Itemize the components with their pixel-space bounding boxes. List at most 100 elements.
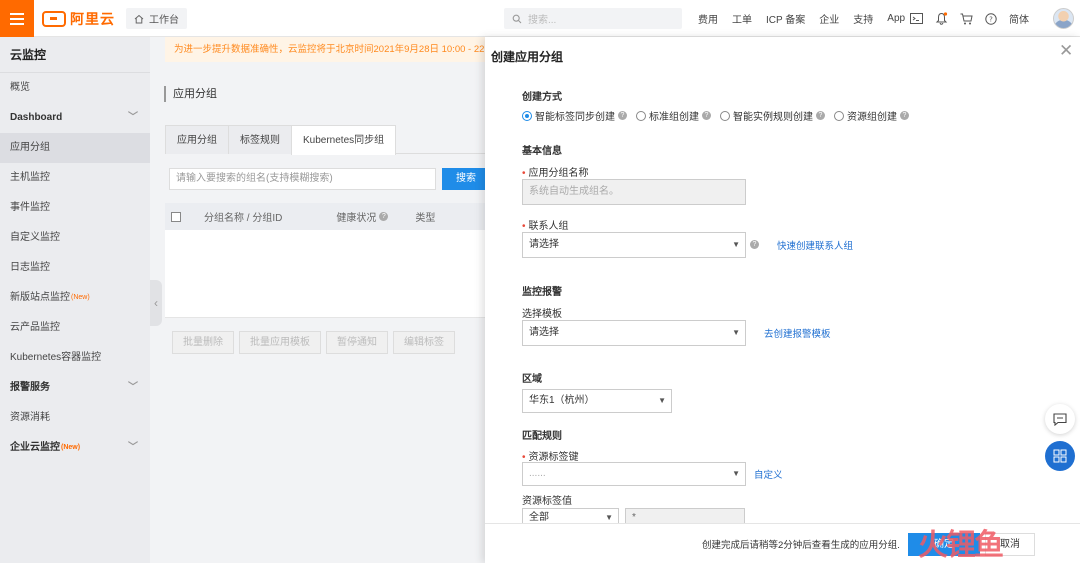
template-value: 请选择 xyxy=(529,327,559,338)
sidebar-title: 云监控 xyxy=(0,37,150,73)
top-link-icp[interactable]: ICP 备案 xyxy=(766,11,805,26)
create-group-drawer: 创建应用分组 ✕ 创建方式 智能标签同步创建? 标准组创建? 智能实例规则创建?… xyxy=(485,37,1080,563)
contact-group-label: • 联系人组 xyxy=(522,217,569,232)
sidebar-item-overview[interactable]: 概览 xyxy=(0,73,150,103)
sidebar-item-custom-monitor[interactable]: 自定义监控 xyxy=(0,223,150,253)
custom-tag-link[interactable]: 自定义 xyxy=(754,467,783,481)
language-switch[interactable]: 简体 xyxy=(1009,11,1029,26)
column-type: 类型 xyxy=(415,213,436,224)
group-name-field[interactable]: 系统自动生成组名。 xyxy=(522,179,746,205)
bulk-actions: 批量删除 批量应用模板 暂停通知 编辑标签 xyxy=(172,331,455,354)
edit-tags-button[interactable]: 编辑标签 xyxy=(393,331,455,354)
chevron-down-icon: ﹀ xyxy=(128,112,138,123)
create-mode-label: 创建方式 xyxy=(522,92,562,103)
required-mark: • xyxy=(522,168,526,179)
global-search-input[interactable]: 搜索... xyxy=(504,8,682,29)
chevron-left-icon: ‹ xyxy=(154,296,158,310)
menu-icon[interactable] xyxy=(0,0,34,37)
create-alarm-template-link[interactable]: 去创建报警模板 xyxy=(764,326,831,340)
sidebar-item-label: 事件监控 xyxy=(10,202,50,213)
sidebar-item-label: Kubernetes容器监控 xyxy=(10,352,102,363)
top-link-support[interactable]: 支持 xyxy=(853,11,873,26)
bulk-delete-button[interactable]: 批量删除 xyxy=(172,331,234,354)
bulk-apply-template-button[interactable]: 批量应用模板 xyxy=(239,331,321,354)
help-icon[interactable]: ? xyxy=(985,12,997,25)
sidebar-item-k8s-monitor[interactable]: Kubernetes容器监控 xyxy=(0,343,150,373)
radio-smart-instance-rule[interactable]: 智能实例规则创建? xyxy=(720,108,825,123)
help-icon[interactable]: ? xyxy=(816,111,825,120)
tag-key-select[interactable]: ...... ▼ xyxy=(522,462,746,486)
top-icons: ? 简体 xyxy=(910,0,1029,37)
radio-dot xyxy=(834,110,844,121)
sidebar-item-site-monitor[interactable]: 新版站点监控(New) xyxy=(0,283,150,313)
pause-notify-button[interactable]: 暂停通知 xyxy=(326,331,388,354)
select-all-checkbox[interactable] xyxy=(171,211,181,222)
grid-icon xyxy=(1053,449,1067,463)
quick-create-contact-link[interactable]: 快速创建联系人组 xyxy=(777,238,853,252)
help-icon[interactable]: ? xyxy=(900,111,909,120)
bell-icon[interactable] xyxy=(935,12,948,25)
close-icon[interactable]: ✕ xyxy=(1059,41,1073,61)
sidebar-item-label: 概览 xyxy=(10,82,30,93)
required-mark: • xyxy=(522,221,526,232)
apps-float-button[interactable] xyxy=(1045,441,1075,471)
sidebar-item-label: 新版站点监控 xyxy=(10,292,70,303)
user-avatar[interactable] xyxy=(1053,8,1074,29)
help-icon[interactable]: ? xyxy=(702,111,711,120)
sidebar-item-log-monitor[interactable]: 日志监控 xyxy=(0,253,150,283)
cart-icon[interactable] xyxy=(960,13,973,25)
sidebar-item-alarm-service[interactable]: 报警服务 ﹀ xyxy=(0,373,150,403)
aliyun-logo[interactable]: 阿里云 xyxy=(42,9,115,29)
contact-group-select[interactable]: 请选择 ▼ xyxy=(522,232,746,258)
help-icon[interactable]: ? xyxy=(379,212,389,221)
chat-icon xyxy=(1053,412,1067,426)
tag-value-operator: 全部 xyxy=(529,512,549,523)
radio-label: 智能实例规则创建 xyxy=(733,112,813,123)
top-link-ticket[interactable]: 工单 xyxy=(732,11,752,26)
template-select[interactable]: 请选择 ▼ xyxy=(522,320,746,346)
sidebar-item-enterprise-monitor[interactable]: 企业云监控(New) ﹀ xyxy=(0,433,150,463)
tab-app-groups[interactable]: 应用分组 xyxy=(165,125,229,154)
search-icon xyxy=(512,14,522,23)
group-search-input[interactable]: 请输入要搜索的组名(支持模糊搜索) xyxy=(169,168,436,190)
radio-dot xyxy=(522,110,532,121)
chat-float-button[interactable] xyxy=(1045,404,1075,434)
top-link-app[interactable]: App xyxy=(887,13,905,24)
radio-smart-tag-sync[interactable]: 智能标签同步创建? xyxy=(522,108,627,123)
radio-label: 资源组创建 xyxy=(847,112,897,123)
drawer-title: 创建应用分组 xyxy=(491,50,564,64)
chevron-down-icon: ﹀ xyxy=(128,382,138,393)
basic-info-heading: 基本信息 xyxy=(522,146,562,157)
home-icon xyxy=(134,14,144,23)
top-link-fees[interactable]: 费用 xyxy=(698,11,718,26)
help-icon[interactable]: ? xyxy=(618,111,627,120)
sidebar-item-label: Dashboard xyxy=(10,112,63,123)
workbench-button[interactable]: 工作台 xyxy=(126,8,187,29)
contact-group-value: 请选择 xyxy=(529,239,559,250)
logo-mark-icon xyxy=(42,11,66,27)
region-select[interactable]: 华东1（杭州） ▼ xyxy=(522,389,672,413)
sidebar-item-app-groups[interactable]: 应用分组 xyxy=(0,133,150,163)
tab-tag-rules[interactable]: 标签规则 xyxy=(228,125,292,154)
terminal-icon[interactable] xyxy=(910,13,923,24)
sidebar-item-cloud-product-monitor[interactable]: 云产品监控 xyxy=(0,313,150,343)
caret-down-icon: ▼ xyxy=(732,328,740,337)
radio-standard-group[interactable]: 标准组创建? xyxy=(636,108,711,123)
sidebar-collapse-handle[interactable]: ‹ xyxy=(150,280,162,326)
tab-k8s-sync[interactable]: Kubernetes同步组 xyxy=(291,125,397,155)
page-title: 应用分组 xyxy=(164,86,217,102)
radio-resource-group[interactable]: 资源组创建? xyxy=(834,108,909,123)
help-icon[interactable]: ? xyxy=(750,240,759,249)
sidebar-item-label: 日志监控 xyxy=(10,262,50,273)
sidebar-item-label: 报警服务 xyxy=(10,382,50,393)
sidebar-item-label: 企业云监控 xyxy=(10,442,60,453)
svg-text:?: ? xyxy=(989,15,993,23)
sidebar-item-dashboard[interactable]: Dashboard ﹀ xyxy=(0,103,150,133)
alarm-section-heading: 监控报警 xyxy=(522,287,562,298)
sidebar-item-host-monitor[interactable]: 主机监控 xyxy=(0,163,150,193)
top-link-enterprise[interactable]: 企业 xyxy=(819,11,839,26)
sidebar-item-event-monitor[interactable]: 事件监控 xyxy=(0,193,150,223)
sidebar-item-resource-usage[interactable]: 资源消耗 xyxy=(0,403,150,433)
table-body-empty xyxy=(165,230,485,318)
search-button[interactable]: 搜索 xyxy=(442,168,490,190)
